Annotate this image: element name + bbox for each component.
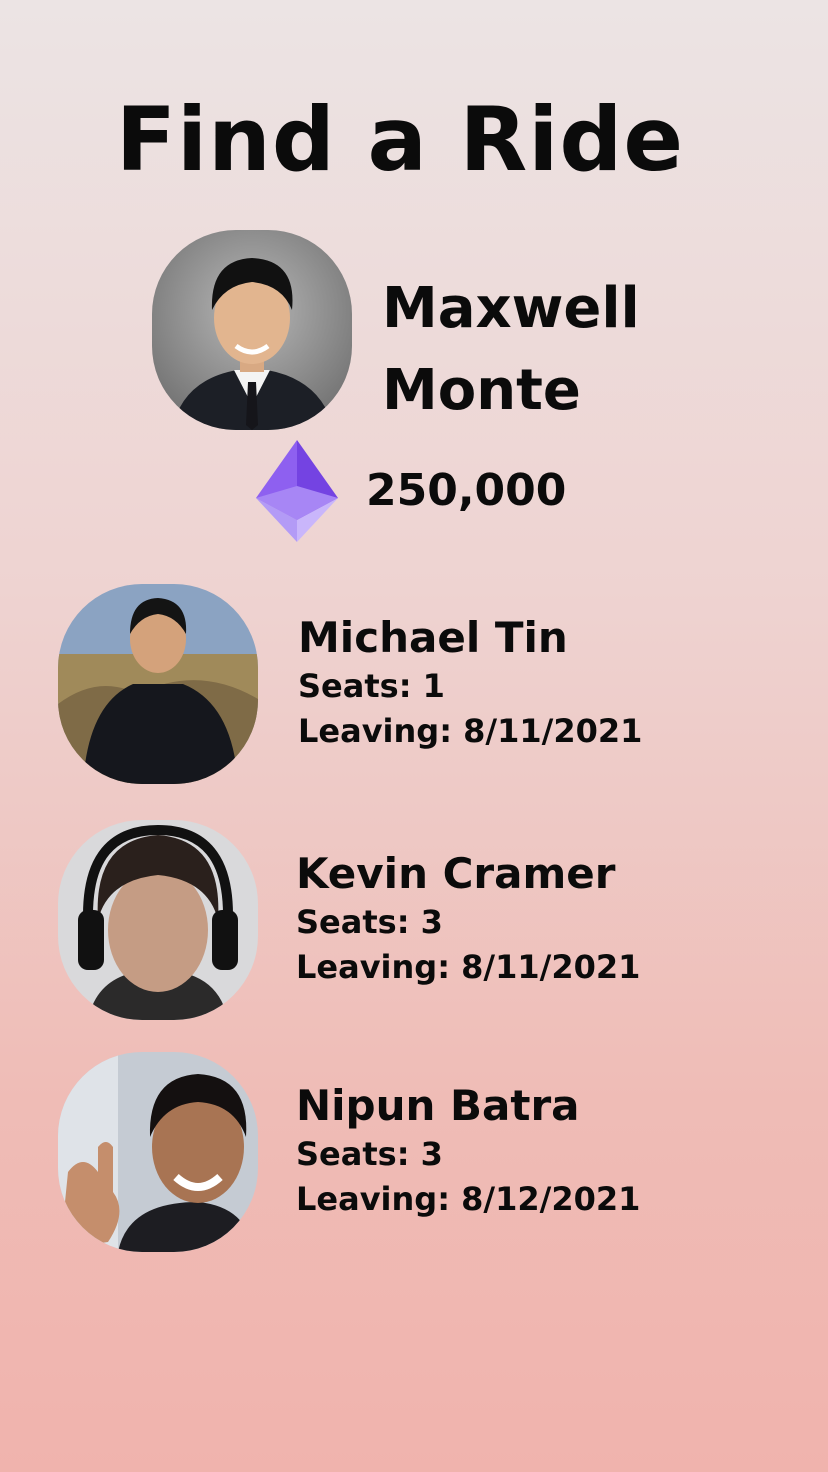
driver-leaving: Leaving: 8/11/2021 — [296, 948, 641, 986]
page-title: Find a Ride — [115, 88, 685, 191]
driver-avatar[interactable] — [58, 1052, 258, 1252]
driver-card[interactable]: Nipun Batra Seats: 3 Leaving: 8/12/2021 — [58, 1052, 778, 1252]
driver-card[interactable]: Kevin Cramer Seats: 3 Leaving: 8/11/2021 — [58, 820, 778, 1020]
driver-leaving: Leaving: 8/12/2021 — [296, 1180, 641, 1218]
driver-name: Kevin Cramer — [296, 849, 616, 898]
driver-avatar-photo — [58, 820, 258, 1020]
user-name: Maxwell Monte — [382, 268, 640, 432]
driver-seats: Seats: 3 — [296, 1135, 443, 1173]
user-avatar-photo — [152, 230, 352, 430]
driver-name: Michael Tin — [298, 613, 568, 662]
driver-avatar[interactable] — [58, 820, 258, 1020]
balance-value: 250,000 — [366, 465, 567, 516]
driver-avatar-photo — [58, 1052, 258, 1252]
driver-avatar[interactable] — [58, 584, 258, 784]
driver-name: Nipun Batra — [296, 1081, 580, 1130]
user-avatar[interactable] — [152, 230, 352, 430]
driver-seats: Seats: 1 — [298, 667, 445, 705]
driver-leaving: Leaving: 8/11/2021 — [298, 712, 643, 750]
driver-info: Michael Tin Seats: 1 Leaving: 8/11/2021 — [298, 612, 642, 754]
ethereum-icon — [256, 440, 338, 542]
user-first-name: Maxwell — [382, 276, 640, 341]
driver-card[interactable]: Michael Tin Seats: 1 Leaving: 8/11/2021 — [58, 584, 778, 784]
driver-avatar-photo — [58, 584, 258, 784]
user-last-name: Monte — [382, 358, 581, 423]
driver-info: Nipun Batra Seats: 3 Leaving: 8/12/2021 — [296, 1080, 640, 1222]
driver-seats: Seats: 3 — [296, 903, 443, 941]
driver-info: Kevin Cramer Seats: 3 Leaving: 8/11/2021 — [296, 848, 640, 990]
